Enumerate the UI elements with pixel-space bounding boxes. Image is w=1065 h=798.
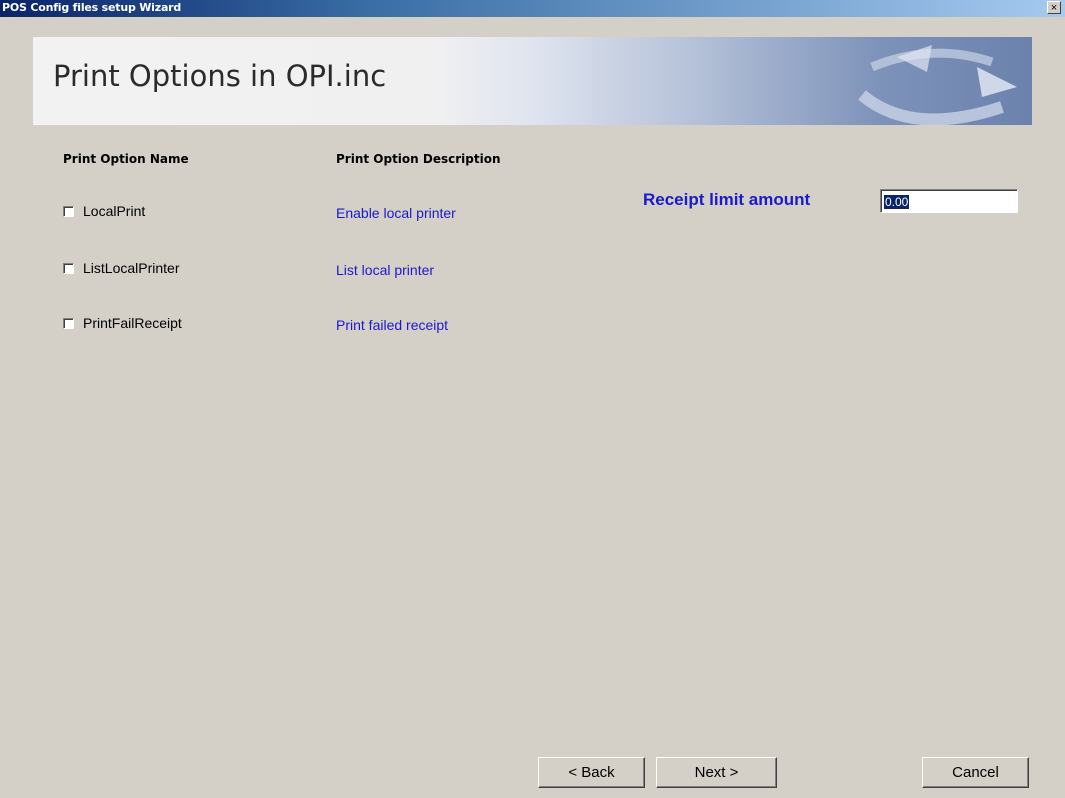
printfailreceipt-checkbox[interactable] — [63, 317, 74, 329]
circular-arrow-icon — [858, 45, 1017, 125]
title-bar: POS Config files setup Wizard × — [0, 0, 1065, 17]
option-label: LocalPrint — [83, 203, 146, 219]
back-button[interactable]: < Back — [538, 757, 645, 788]
option-name-header: Print Option Name — [63, 152, 189, 166]
option-label: PrintFailReceipt — [83, 315, 182, 331]
listlocalprinter-checkbox[interactable] — [63, 262, 74, 274]
option-description: Enable local printer — [336, 205, 456, 221]
close-icon[interactable]: × — [1047, 1, 1061, 14]
page-title: Print Options in OPI.inc — [53, 59, 387, 93]
cancel-button[interactable]: Cancel — [922, 757, 1029, 788]
receipt-limit-value: 0.00 — [884, 195, 910, 209]
option-description: List local printer — [336, 262, 435, 278]
option-label: ListLocalPrinter — [83, 260, 180, 276]
option-description: Print failed receipt — [336, 317, 449, 333]
next-button[interactable]: Next > — [656, 757, 777, 788]
localprint-checkbox[interactable] — [63, 205, 74, 217]
option-description-header: Print Option Description — [336, 152, 501, 166]
wizard-banner: Print Options in OPI.inc — [33, 37, 1032, 125]
option-localprint[interactable]: LocalPrint — [63, 203, 145, 219]
option-printfailreceipt[interactable]: PrintFailReceipt — [63, 315, 182, 331]
receipt-limit-input[interactable]: 0.00 — [880, 189, 1018, 213]
window-title: POS Config files setup Wizard — [2, 1, 182, 14]
option-listlocalprinter[interactable]: ListLocalPrinter — [63, 260, 180, 276]
receipt-limit-label: Receipt limit amount — [643, 190, 811, 209]
